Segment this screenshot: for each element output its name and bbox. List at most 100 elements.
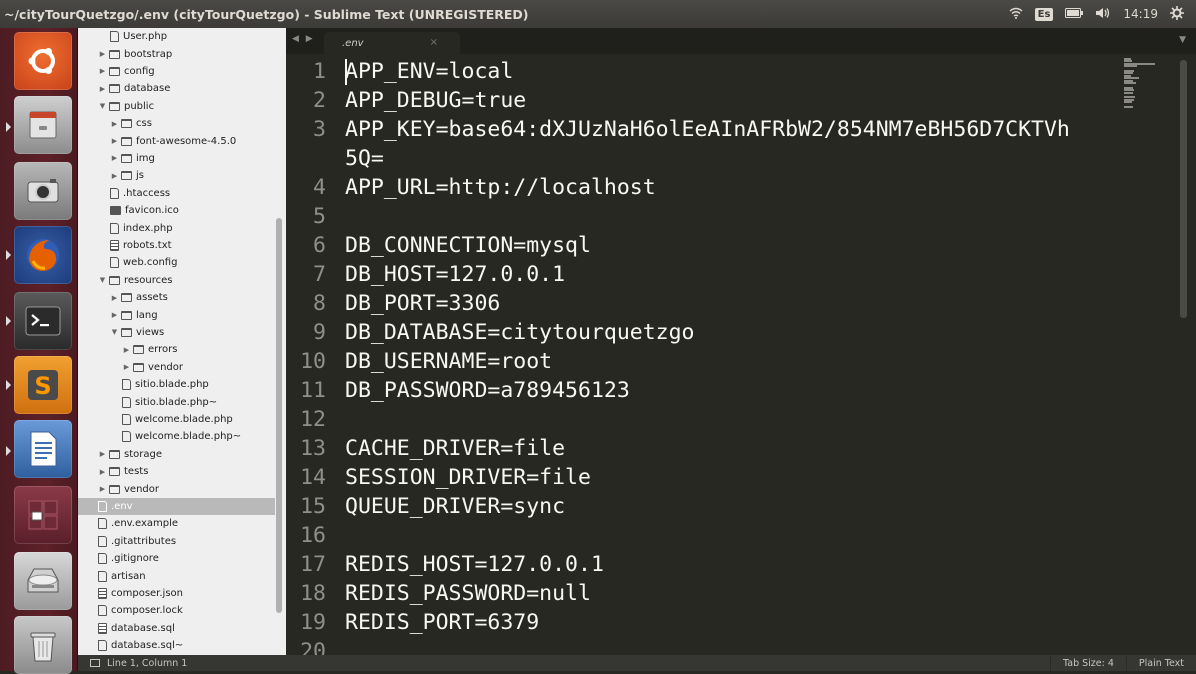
tab-env[interactable]: .env × xyxy=(324,32,460,54)
tab-size-selector[interactable]: Tab Size: 4 xyxy=(1050,655,1126,671)
tree-folder[interactable]: ▶ js xyxy=(78,167,275,184)
collapsed-arrow-icon[interactable]: ▶ xyxy=(110,154,119,162)
tree-file[interactable]: artisan xyxy=(78,567,275,584)
collapsed-arrow-icon[interactable]: ▶ xyxy=(98,485,107,493)
file-icon xyxy=(98,622,107,634)
tree-folder[interactable]: ▼ views xyxy=(78,324,275,341)
tree-folder[interactable]: ▼ public xyxy=(78,98,275,115)
tree-folder[interactable]: ▶ config xyxy=(78,63,275,80)
tree-folder[interactable]: ▶ img xyxy=(78,150,275,167)
wifi-icon[interactable] xyxy=(1009,7,1023,22)
collapsed-arrow-icon[interactable]: ▶ xyxy=(98,468,107,476)
running-indicator xyxy=(6,380,11,390)
sublime-text-icon[interactable]: S xyxy=(14,356,72,414)
volume-icon[interactable] xyxy=(1095,7,1111,22)
tree-folder[interactable]: ▶ vendor xyxy=(78,480,275,497)
folder-icon xyxy=(109,49,120,59)
tree-file[interactable]: welcome.blade.php~ xyxy=(78,428,275,445)
folder-icon xyxy=(121,327,132,337)
files-icon[interactable] xyxy=(14,96,72,154)
tree-folder[interactable]: ▶ bootstrap xyxy=(78,45,275,62)
tree-folder[interactable]: ▶ lang xyxy=(78,306,275,323)
collapsed-arrow-icon[interactable]: ▶ xyxy=(110,294,119,302)
tree-file[interactable]: .env xyxy=(78,497,275,516)
collapsed-arrow-icon[interactable]: ▶ xyxy=(98,450,107,458)
collapsed-arrow-icon[interactable]: ▶ xyxy=(122,363,131,371)
tree-file[interactable]: .gitattributes xyxy=(78,533,275,550)
tree-folder[interactable]: ▶ css xyxy=(78,115,275,132)
line-number: 16 xyxy=(300,523,326,548)
collapsed-arrow-icon[interactable]: ▶ xyxy=(110,311,119,319)
tree-item-label: .gitattributes xyxy=(111,535,177,547)
tree-file[interactable]: favicon.ico xyxy=(78,202,275,219)
keyboard-layout-indicator[interactable]: Es xyxy=(1034,7,1054,21)
running-indicator xyxy=(6,122,11,132)
sidebar-scrollbar[interactable] xyxy=(276,218,282,613)
tree-file[interactable]: composer.json xyxy=(78,585,275,602)
minimap[interactable] xyxy=(1124,58,1158,108)
line-text: DB_HOST=127.0.0.1 xyxy=(345,262,566,287)
collapsed-arrow-icon[interactable]: ▶ xyxy=(98,85,107,93)
tree-file[interactable]: sitio.blade.php~ xyxy=(78,393,275,410)
line-text: DB_PASSWORD=a789456123 xyxy=(345,378,630,403)
expanded-arrow-icon[interactable]: ▼ xyxy=(110,328,119,336)
tree-folder[interactable]: ▶ tests xyxy=(78,463,275,480)
clock[interactable]: 14:19 xyxy=(1123,7,1158,21)
tree-file[interactable]: .env.example xyxy=(78,515,275,532)
code-line: 15 QUEUE_DRIVER=sync xyxy=(286,492,565,521)
tree-file[interactable]: index.php xyxy=(78,219,275,236)
panel-toggle-icon[interactable] xyxy=(90,659,100,667)
tree-folder[interactable]: ▼ resources xyxy=(78,272,275,289)
collapsed-arrow-icon[interactable]: ▶ xyxy=(122,346,131,354)
trash-icon[interactable] xyxy=(14,616,72,674)
tree-folder[interactable]: ▶ vendor xyxy=(78,359,275,376)
camera-icon[interactable] xyxy=(14,162,72,220)
tree-folder[interactable]: ▶ assets xyxy=(78,289,275,306)
tree-file[interactable]: .htaccess xyxy=(78,185,275,202)
tree-file[interactable]: robots.txt xyxy=(78,237,275,254)
close-icon[interactable]: × xyxy=(430,37,438,48)
file-icon xyxy=(122,413,131,425)
syntax-selector[interactable]: Plain Text xyxy=(1125,655,1196,671)
collapsed-arrow-icon[interactable]: ▶ xyxy=(110,137,119,145)
code-editor[interactable]: 1 APP_ENV=local 2 APP_DEBUG=true 3 APP_KEY=ba… xyxy=(286,54,1196,655)
tree-file[interactable]: User.php xyxy=(78,28,275,45)
collapsed-arrow-icon[interactable]: ▶ xyxy=(110,172,119,180)
editor-scrollbar[interactable] xyxy=(1180,60,1187,318)
folder-icon xyxy=(109,66,120,76)
battery-icon[interactable] xyxy=(1065,7,1084,21)
tree-folder[interactable]: ▶ font-awesome-4.5.0 xyxy=(78,132,275,149)
tree-folder[interactable]: ▶ errors xyxy=(78,341,275,358)
ubuntu-dash-icon[interactable] xyxy=(14,32,72,90)
tree-file[interactable]: web.config xyxy=(78,254,275,271)
tree-file[interactable]: welcome.blade.php xyxy=(78,411,275,428)
minimap-line xyxy=(1124,101,1133,104)
tree-item-label: .env xyxy=(111,500,133,512)
minimap-line xyxy=(1124,82,1137,84)
expanded-arrow-icon[interactable]: ▼ xyxy=(98,276,107,284)
chevron-down-icon[interactable]: ▼ xyxy=(1179,35,1186,45)
workspaces-icon[interactable] xyxy=(14,486,72,544)
tree-file[interactable]: database.sql~ xyxy=(78,637,275,654)
code-line: 2 APP_DEBUG=true xyxy=(286,86,526,115)
tree-file[interactable]: composer.lock xyxy=(78,602,275,619)
tree-file[interactable]: .gitignore xyxy=(78,550,275,567)
tree-file[interactable]: sitio.blade.php xyxy=(78,376,275,393)
line-number: 13 xyxy=(300,436,326,461)
expanded-arrow-icon[interactable]: ▼ xyxy=(98,102,107,110)
line-number: 20 xyxy=(300,639,326,655)
tree-folder[interactable]: ▶ storage xyxy=(78,446,275,463)
session-gear-icon[interactable] xyxy=(1170,5,1184,23)
collapsed-arrow-icon[interactable]: ▶ xyxy=(98,50,107,58)
disk-icon[interactable] xyxy=(14,552,72,610)
collapsed-arrow-icon[interactable]: ▶ xyxy=(110,120,119,128)
tab-nav-arrows[interactable]: ◀ ▶ xyxy=(292,34,315,44)
tree-item-label: database.sql xyxy=(111,622,175,634)
writer-icon[interactable] xyxy=(14,420,72,478)
terminal-icon[interactable] xyxy=(14,292,72,350)
firefox-icon[interactable] xyxy=(14,226,72,284)
tree-file[interactable]: database.sql xyxy=(78,620,275,637)
code-line: 11 DB_PASSWORD=a789456123 xyxy=(286,376,630,405)
collapsed-arrow-icon[interactable]: ▶ xyxy=(98,67,107,75)
tree-folder[interactable]: ▶ database xyxy=(78,80,275,97)
